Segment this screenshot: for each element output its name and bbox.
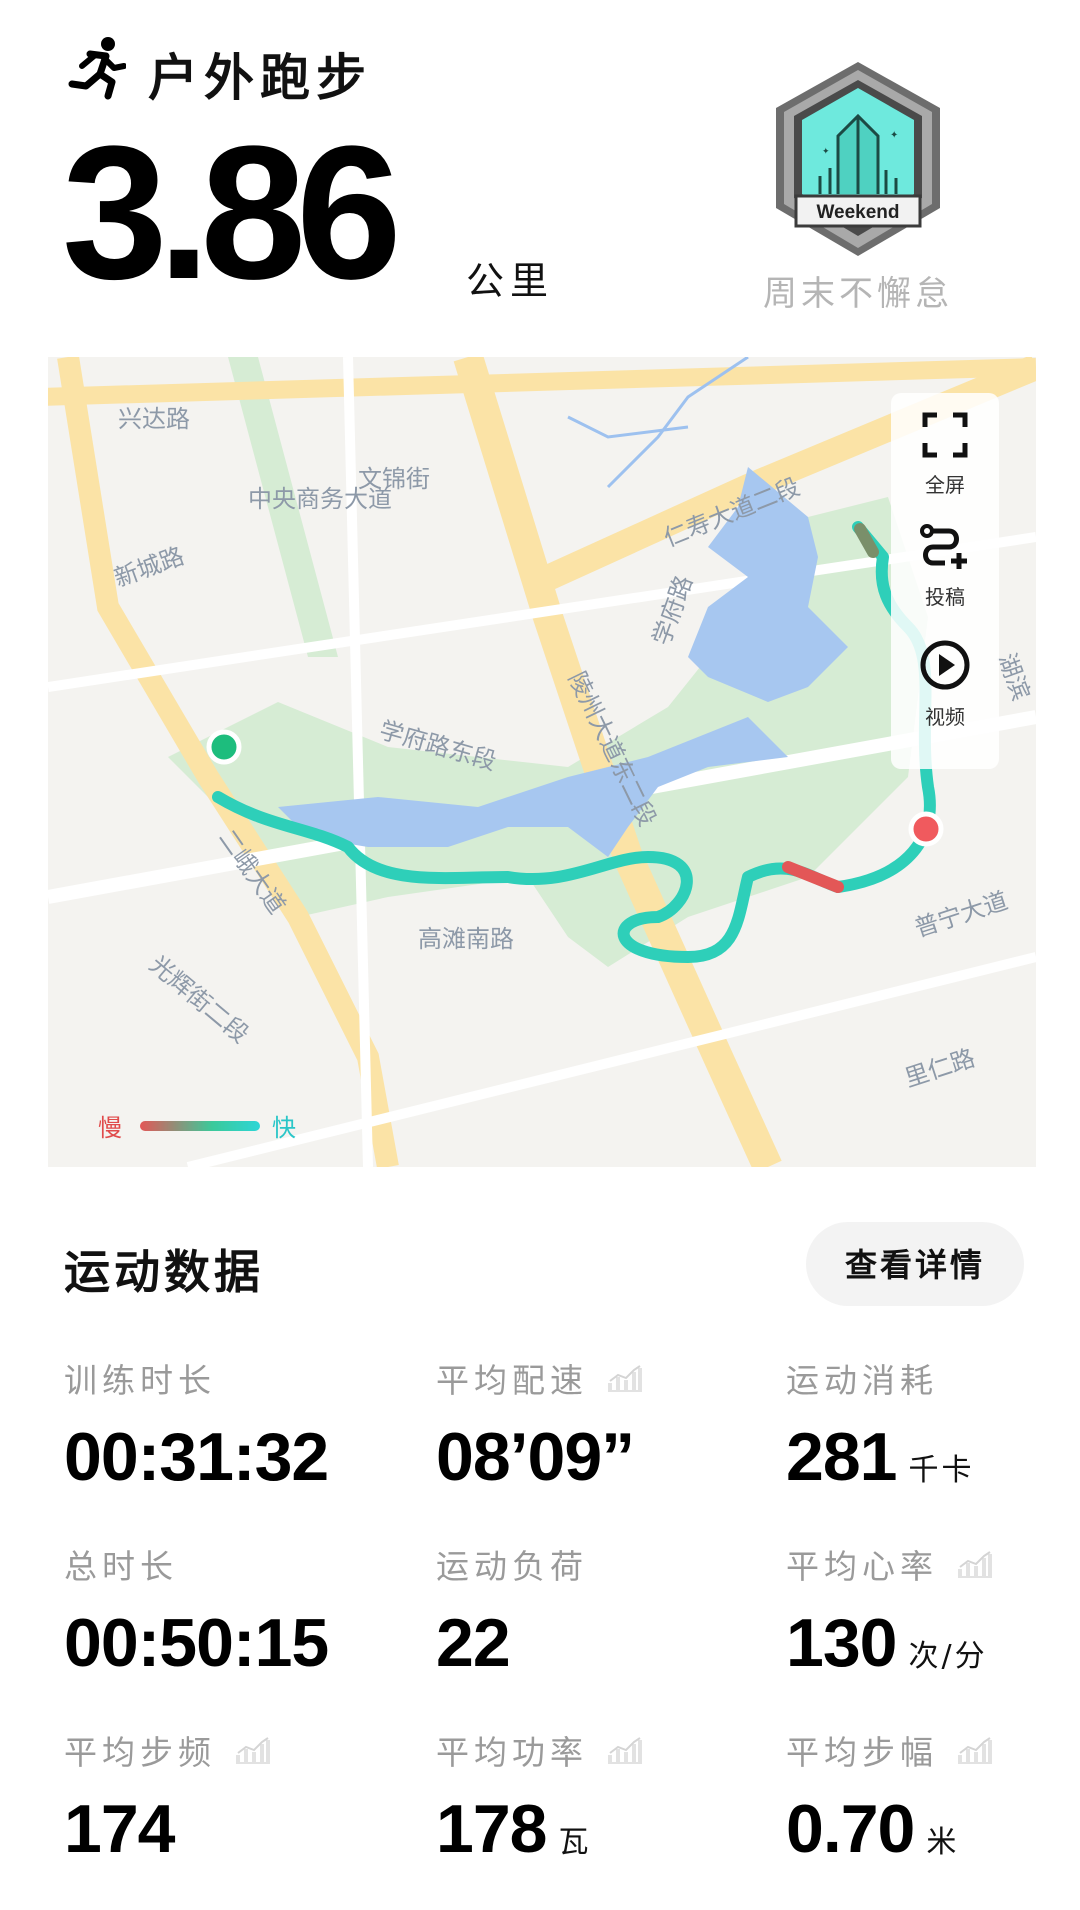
- stat-item[interactable]: 运动消耗 281 千卡: [786, 1356, 1080, 1496]
- stat-label: 训练时长: [64, 1361, 216, 1400]
- stat-label: 平均配速: [436, 1361, 588, 1400]
- video-button[interactable]: 视频: [891, 639, 999, 730]
- stat-value: 178: [436, 1791, 547, 1867]
- stat-value: 174: [64, 1791, 175, 1867]
- play-video-icon: [920, 640, 970, 690]
- badge-text: Weekend: [816, 202, 899, 223]
- stat-unit: 千卡: [908, 1453, 975, 1488]
- map-controls: 全屏 投稿 视频: [891, 393, 999, 769]
- svg-text:✦: ✦: [822, 147, 830, 157]
- stat-value: 22: [436, 1605, 511, 1681]
- svg-text:✦: ✦: [890, 130, 898, 141]
- distance-unit: 公里: [466, 259, 555, 303]
- activity-title: 户外跑步: [148, 49, 372, 107]
- trend-chart-icon: [236, 1737, 270, 1764]
- route-map[interactable]: 兴达路 中央商务大道 文锦街 新城路 仁寿大道二段 学府路 陵州大道东二段 学府…: [48, 357, 1036, 1167]
- weekend-badge[interactable]: ✦ ✦ Weekend: [768, 58, 948, 263]
- stat-label: 平均心率: [786, 1547, 938, 1586]
- stat-value: 0.70: [786, 1791, 915, 1867]
- stat-value: 281: [786, 1419, 897, 1495]
- stat-value: 00:50:15: [64, 1605, 329, 1681]
- stat-item[interactable]: 总时长 00:50:15: [64, 1542, 394, 1682]
- trend-chart-icon: [958, 1551, 992, 1578]
- street-label: 学府路: [647, 572, 698, 649]
- stat-unit: 米: [926, 1825, 960, 1860]
- stat-item[interactable]: 平均配速 08’09”: [436, 1356, 766, 1496]
- stat-item[interactable]: 平均功率 178 瓦: [436, 1728, 766, 1868]
- distance-value: 3.86: [62, 107, 402, 319]
- street-label: 新城路: [110, 542, 187, 593]
- stat-unit: 瓦: [558, 1825, 592, 1860]
- end-marker: [908, 811, 944, 847]
- route-submit-icon: [920, 524, 967, 569]
- stat-label: 平均步频: [64, 1733, 216, 1772]
- workout-header: 户外跑步 3.86 公里 ✦ ✦ Weekend 周末不懈怠: [0, 0, 1080, 340]
- view-details-button[interactable]: 查看详情: [806, 1222, 1024, 1306]
- street-label: 文锦街: [358, 465, 430, 493]
- stat-label: 平均功率: [436, 1733, 588, 1772]
- street-label: 光辉街二段: [144, 950, 254, 1049]
- street-label: 里仁路: [901, 1044, 978, 1093]
- trend-chart-icon: [958, 1737, 992, 1764]
- submit-route-label: 投稿: [925, 585, 965, 609]
- submit-route-button[interactable]: 投稿: [891, 523, 999, 610]
- video-label: 视频: [925, 705, 965, 729]
- stat-value: 08’09”: [436, 1419, 635, 1495]
- street-label: 普宁大道: [911, 886, 1011, 942]
- stat-label: 总时长: [64, 1547, 178, 1586]
- legend-slow: 慢: [98, 1114, 122, 1142]
- stat-item[interactable]: 运动负荷 22: [436, 1542, 766, 1682]
- stat-label: 运动消耗: [786, 1361, 938, 1400]
- stat-item[interactable]: 平均步频 174: [64, 1728, 394, 1868]
- street-label: 高滩南路: [418, 925, 514, 953]
- trend-chart-icon: [608, 1365, 642, 1392]
- stat-value: 130: [786, 1605, 897, 1681]
- pace-legend-bar: [140, 1121, 260, 1131]
- trend-chart-icon: [608, 1737, 642, 1764]
- street-label: 兴达路: [118, 405, 190, 433]
- fullscreen-icon: [922, 412, 968, 458]
- stat-label: 运动负荷: [436, 1547, 588, 1586]
- section-title: 运动数据: [64, 1245, 264, 1299]
- start-marker: [206, 729, 242, 765]
- stat-label: 平均步幅: [786, 1733, 938, 1772]
- stat-item[interactable]: 平均心率 130 次/分: [786, 1542, 1080, 1682]
- map-canvas: 兴达路 中央商务大道 文锦街 新城路 仁寿大道二段 学府路 陵州大道东二段 学府…: [48, 357, 1036, 1167]
- stat-value: 00:31:32: [64, 1419, 329, 1495]
- fullscreen-label: 全屏: [925, 473, 965, 497]
- stat-item[interactable]: 训练时长 00:31:32: [64, 1356, 394, 1496]
- fullscreen-button[interactable]: 全屏: [891, 411, 999, 498]
- running-icon: [68, 37, 126, 100]
- stat-unit: 次/分: [908, 1639, 988, 1674]
- stat-item[interactable]: 平均步幅 0.70 米: [786, 1728, 1080, 1868]
- badge-caption: 周末不懈怠: [763, 274, 953, 314]
- legend-fast: 快: [272, 1114, 296, 1142]
